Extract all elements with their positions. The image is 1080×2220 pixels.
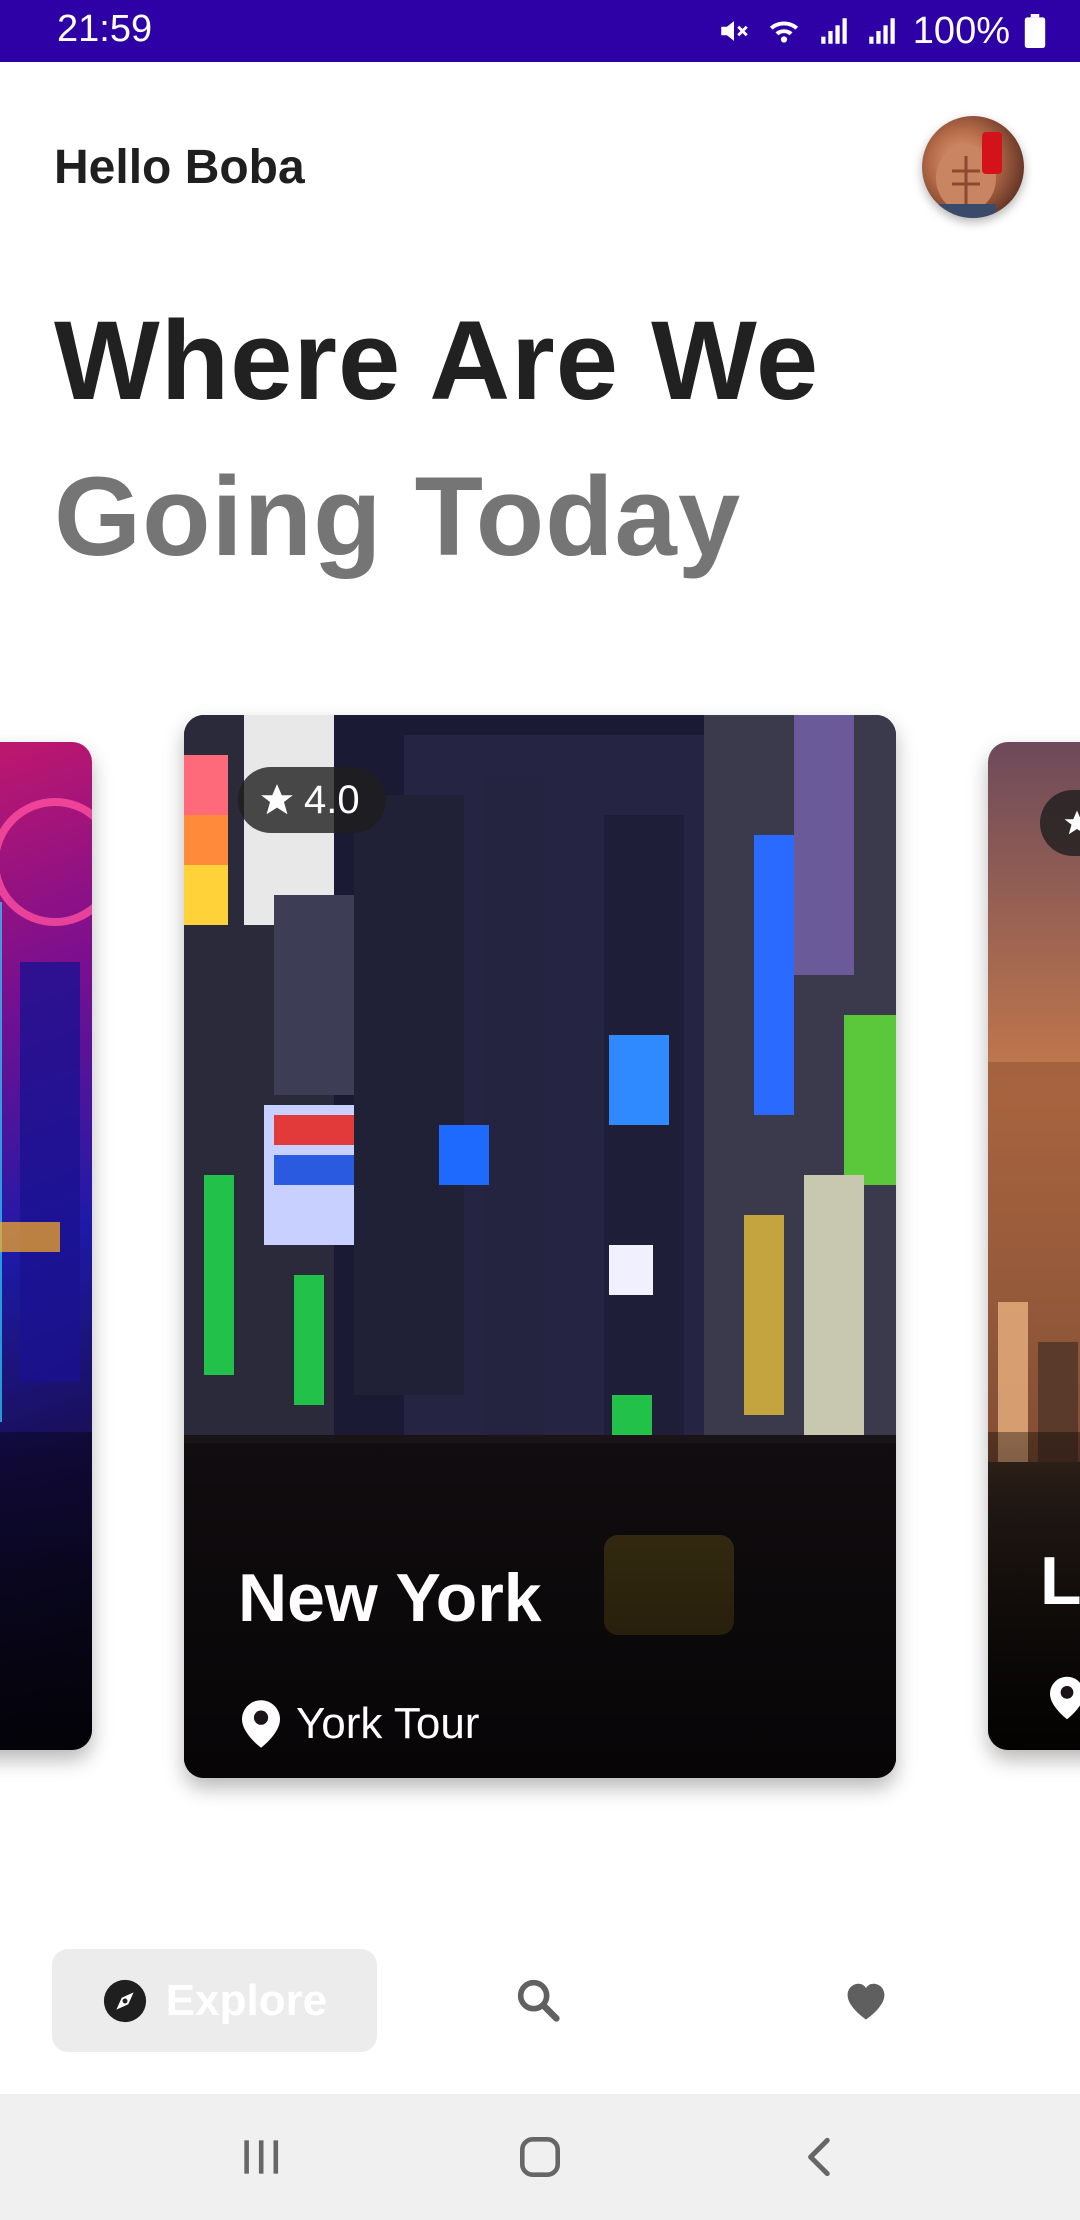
greeting-text: Hello Boba bbox=[54, 141, 305, 194]
battery-percent: 100% bbox=[912, 9, 1010, 52]
star-icon bbox=[261, 784, 293, 815]
recent-apps-icon[interactable] bbox=[236, 2132, 286, 2182]
rating-badge: 4.0 bbox=[238, 767, 386, 833]
compass-icon bbox=[103, 1979, 146, 2022]
location-label: York Tour bbox=[296, 1699, 480, 1748]
card-overlay bbox=[0, 1432, 92, 1750]
location-pin-icon bbox=[1050, 1676, 1080, 1720]
search-icon[interactable] bbox=[512, 1974, 564, 2026]
destination-card-next[interactable]: L bbox=[988, 742, 1080, 1750]
headline-line-1: Where Are We bbox=[54, 298, 820, 423]
rating-value: 4.0 bbox=[304, 777, 360, 822]
card-title-partial: L bbox=[1040, 1543, 1080, 1619]
card-title: New York bbox=[238, 1560, 542, 1636]
wifi-icon bbox=[769, 21, 798, 43]
location-pin-icon bbox=[242, 1700, 280, 1748]
card-location: York Tour bbox=[242, 1699, 479, 1749]
signal-icon-2 bbox=[869, 18, 895, 44]
avatar[interactable] bbox=[922, 116, 1024, 218]
home-icon[interactable] bbox=[515, 2132, 565, 2182]
headline-line-2: Going Today bbox=[54, 454, 742, 579]
heart-icon[interactable] bbox=[840, 1974, 892, 2026]
back-icon[interactable] bbox=[796, 2132, 846, 2182]
star-icon bbox=[1064, 810, 1080, 835]
status-time: 21:59 bbox=[57, 8, 153, 50]
avatar-photo bbox=[936, 132, 1002, 218]
destination-card[interactable]: 4.0 New York York Tour bbox=[184, 715, 896, 1778]
status-icons: 100% bbox=[717, 8, 1046, 54]
destination-card-previous[interactable] bbox=[0, 742, 92, 1750]
status-bar: 21:59 100% bbox=[0, 0, 1080, 62]
battery-icon bbox=[1024, 14, 1046, 48]
nav-explore-label: Explore bbox=[165, 1975, 328, 2025]
bottom-navigation: Explore bbox=[0, 1930, 1080, 2070]
nav-explore-button[interactable]: Explore bbox=[52, 1949, 377, 2052]
system-navigation-bar bbox=[0, 2094, 1080, 2220]
mute-icon bbox=[721, 21, 748, 41]
signal-icon bbox=[821, 18, 847, 44]
